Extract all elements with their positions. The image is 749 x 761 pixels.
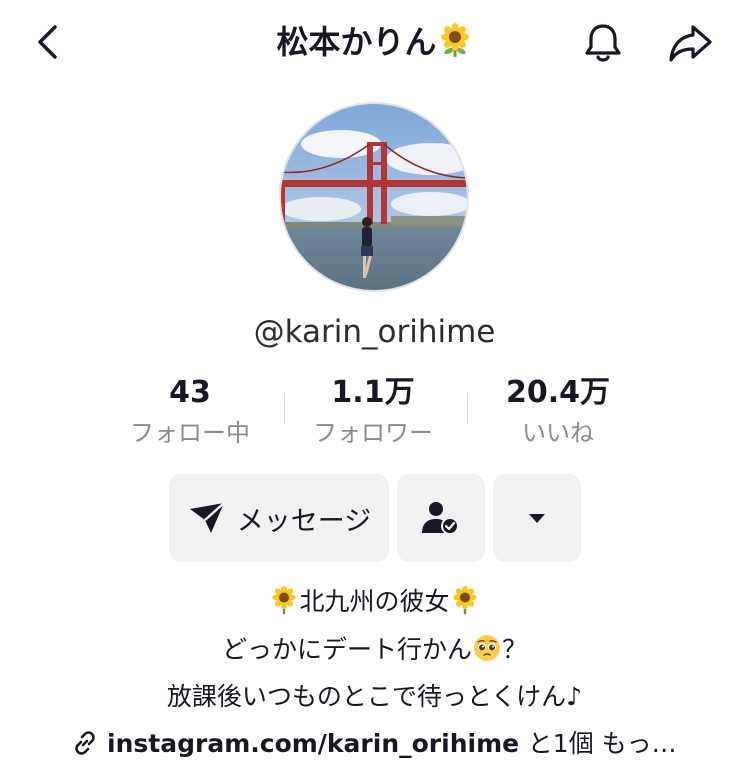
send-message-icon — [189, 502, 225, 533]
bell-icon — [585, 24, 621, 62]
page-title: 松本かりん — [0, 22, 749, 62]
caret-down-icon — [529, 514, 545, 523]
bio-link-url[interactable]: instagram.com/karin_orihime — [107, 729, 519, 758]
bio-text-2: どっかにデート行かん — [221, 635, 472, 664]
followers-count: 1.1万 — [331, 375, 415, 410]
top-bar: 松本かりん — [0, 0, 749, 86]
followers-label: フォロワー — [313, 419, 433, 447]
likes-label: いいね — [522, 419, 594, 447]
bio-line-2: どっかにデート行かん ？ — [0, 633, 749, 667]
sunflower-emoji — [272, 585, 297, 615]
message-button[interactable]: メッセージ — [169, 474, 389, 562]
sunflower-emoji — [452, 585, 477, 615]
sunflower-emoji — [440, 23, 469, 57]
user-check-icon — [422, 502, 459, 535]
following-status-button[interactable] — [397, 474, 485, 562]
avatar-photo — [281, 104, 467, 290]
more-options-button[interactable] — [493, 474, 581, 562]
stat-likes[interactable]: 20.4万 いいね — [468, 372, 648, 450]
bio-text-2-suffix: ？ — [502, 635, 528, 664]
bio-link[interactable]: instagram.com/karin_orihime と1個 もっ… — [0, 727, 749, 761]
notifications-button[interactable] — [578, 20, 628, 66]
pleading-face-emoji — [474, 635, 500, 661]
bio-link-more[interactable]: と1個 もっ… — [528, 729, 677, 758]
message-button-label: メッセージ — [236, 505, 372, 537]
profile-display-name: 松本かりん — [276, 23, 437, 61]
bio-line-3: 放課後いつものとこで待っとくけん♪ — [166, 682, 583, 711]
likes-count: 20.4万 — [505, 375, 611, 410]
profile-avatar[interactable] — [279, 102, 469, 292]
share-button[interactable] — [664, 20, 716, 66]
share-arrow-icon — [669, 25, 712, 62]
link-icon — [75, 731, 96, 755]
username: @karin_orihime — [253, 314, 496, 350]
stat-following[interactable]: 43 フォロー中 — [100, 372, 280, 450]
bio-text-1: 北九州の彼女 — [299, 587, 450, 616]
following-label: フォロー中 — [130, 419, 250, 447]
following-count: 43 — [169, 375, 211, 410]
bio-line-1: 北九州の彼女 — [0, 585, 749, 619]
stat-followers[interactable]: 1.1万 フォロワー — [283, 372, 463, 450]
